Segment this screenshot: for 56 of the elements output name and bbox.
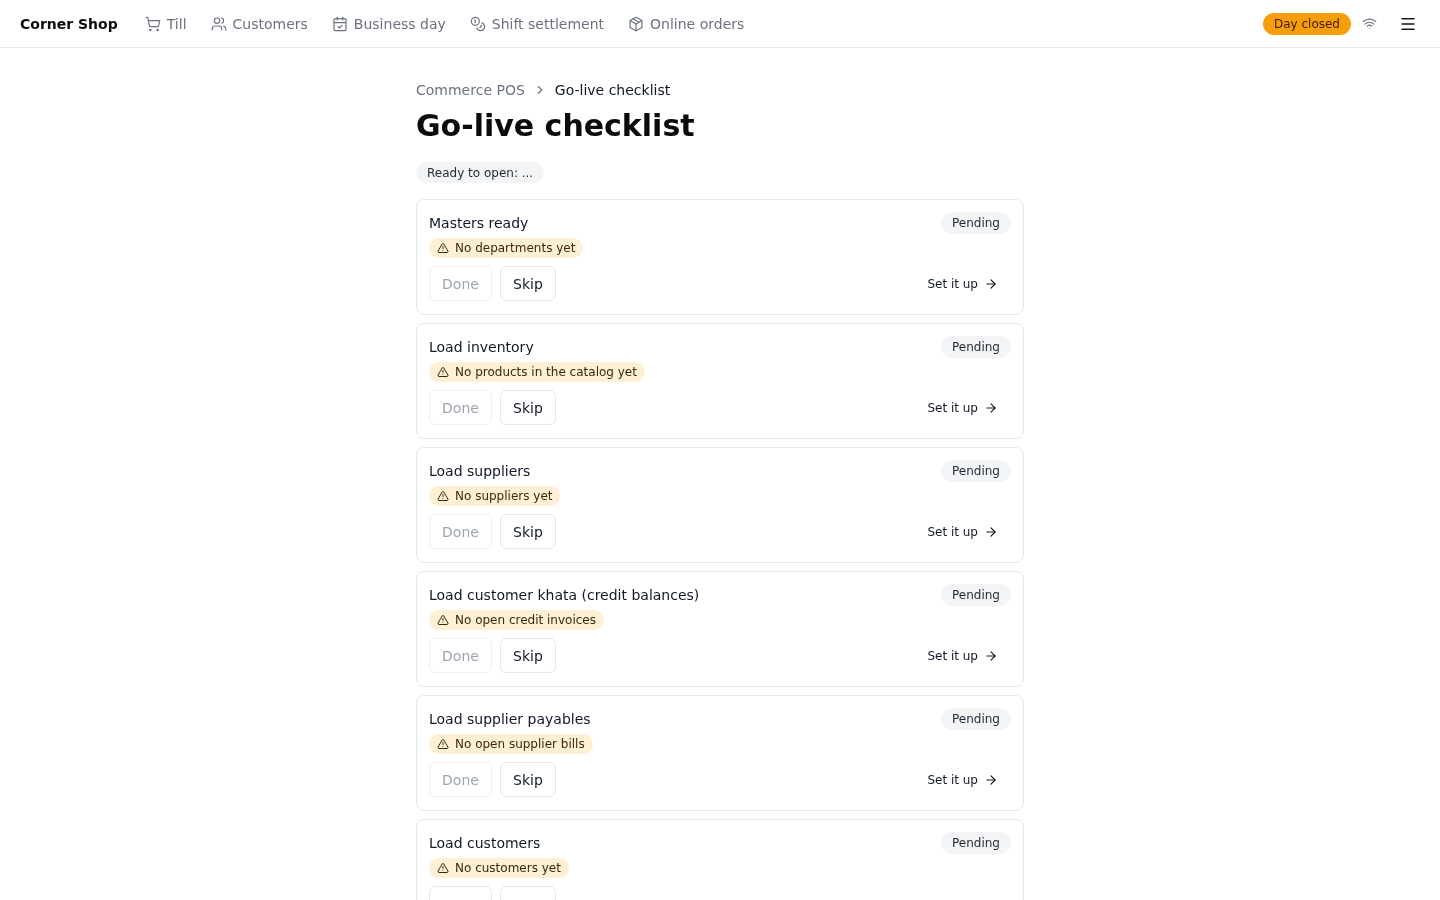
status-badge: Pending — [941, 832, 1011, 854]
setup-link[interactable]: Set it up — [927, 772, 998, 787]
setup-link[interactable]: Set it up — [927, 648, 998, 663]
arrow-right-icon — [984, 648, 998, 663]
calendar-check-icon — [331, 15, 348, 32]
brand-name: Corner Shop — [20, 15, 118, 32]
arrow-right-icon — [984, 400, 998, 415]
cart-icon — [144, 15, 161, 32]
step-title: Load inventory — [429, 339, 534, 355]
warning-text: No products in the catalog yet — [455, 365, 637, 379]
wifi-icon — [1362, 16, 1377, 31]
users-icon — [210, 15, 227, 32]
nav-link[interactable]: Shift settlement — [469, 13, 605, 34]
day-status-badge: Day closed — [1262, 12, 1351, 35]
warning-text: No customers yet — [455, 861, 561, 875]
coins-icon — [469, 15, 486, 32]
step-title: Load supplier payables — [429, 711, 591, 727]
step-title: Load suppliers — [429, 463, 531, 479]
status-badge: Pending — [941, 460, 1011, 482]
skip-button[interactable]: Skip — [500, 638, 556, 673]
skip-button[interactable]: Skip — [500, 514, 556, 549]
status-badge: Pending — [941, 336, 1011, 358]
status-badge: Pending — [941, 584, 1011, 606]
arrow-right-icon — [984, 772, 998, 787]
nav-link[interactable]: Customers — [210, 13, 308, 34]
package-icon — [628, 15, 645, 32]
warning-icon — [437, 242, 449, 254]
warning-icon — [437, 366, 449, 378]
nav-link[interactable]: Business day — [331, 13, 446, 34]
warning-text: No open supplier bills — [455, 737, 585, 751]
step-title: Load customers — [429, 835, 541, 851]
status-badge: Pending — [941, 708, 1011, 730]
step-title: Load customer khata (credit balances) — [429, 587, 700, 603]
arrow-right-icon — [984, 524, 998, 539]
arrow-right-icon — [984, 276, 998, 291]
warning-icon — [437, 862, 449, 874]
setup-link[interactable]: Set it up — [927, 276, 998, 291]
warning-icon — [437, 738, 449, 750]
warning-text: No departments yet — [455, 241, 576, 255]
warning-icon — [437, 614, 449, 626]
nav-link[interactable]: Online orders — [628, 13, 745, 34]
skip-button[interactable]: Skip — [500, 762, 556, 797]
status-badge: Pending — [941, 212, 1011, 234]
breadcrumb-current: Go-live checklist — [554, 81, 671, 100]
nav-link[interactable]: Till — [144, 13, 187, 34]
skip-button[interactable]: Skip — [500, 266, 556, 301]
setup-link[interactable]: Set it up — [927, 400, 998, 415]
skip-button[interactable]: Skip — [500, 390, 556, 425]
warning-icon — [437, 490, 449, 502]
warning-text: No open credit invoices — [455, 613, 596, 627]
warning-text: No suppliers yet — [455, 489, 553, 503]
page-title: Go-live checklist — [416, 107, 696, 145]
breadcrumb-link[interactable]: Commerce POS — [416, 80, 525, 100]
setup-link[interactable]: Set it up — [927, 524, 998, 539]
step-title: Masters ready — [429, 215, 529, 231]
readiness-pill: Ready to open: ... — [416, 162, 545, 183]
